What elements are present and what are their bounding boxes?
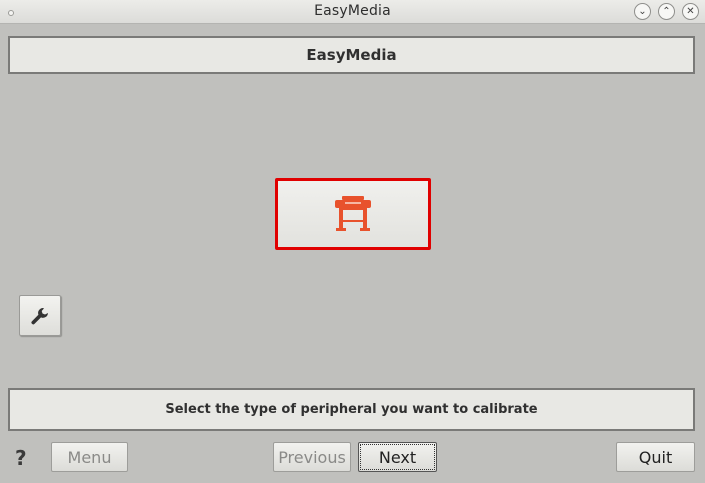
previous-button-label: Previous bbox=[278, 447, 346, 467]
maximize-button[interactable]: ⌃ bbox=[658, 3, 675, 20]
status-message: Select the type of peripheral you want t… bbox=[165, 402, 538, 417]
menu-button[interactable]: Menu bbox=[51, 442, 128, 472]
page-title: EasyMedia bbox=[306, 46, 397, 64]
window-title: EasyMedia bbox=[314, 3, 391, 19]
status-message-bar: Select the type of peripheral you want t… bbox=[8, 388, 695, 431]
app-window: EasyMedia ⌄ ⌃ ✕ EasyMedia Select the typ… bbox=[0, 0, 705, 483]
previous-button[interactable]: Previous bbox=[273, 442, 351, 472]
next-button[interactable]: Next bbox=[358, 442, 437, 472]
wrench-icon bbox=[31, 307, 48, 324]
printer-peripheral-button[interactable] bbox=[275, 178, 431, 250]
page-header: EasyMedia bbox=[8, 36, 695, 74]
printer-icon bbox=[335, 196, 371, 231]
quit-button-label: Quit bbox=[638, 447, 673, 467]
next-button-label: Next bbox=[378, 447, 417, 467]
tools-button[interactable] bbox=[19, 295, 61, 336]
title-bar: EasyMedia ⌄ ⌃ ✕ bbox=[0, 0, 705, 24]
close-button[interactable]: ✕ bbox=[682, 3, 699, 20]
minimize-button[interactable]: ⌄ bbox=[634, 3, 651, 20]
menu-button-label: Menu bbox=[67, 447, 112, 467]
quit-button[interactable]: Quit bbox=[616, 442, 695, 472]
help-button[interactable]: ? bbox=[15, 446, 35, 470]
